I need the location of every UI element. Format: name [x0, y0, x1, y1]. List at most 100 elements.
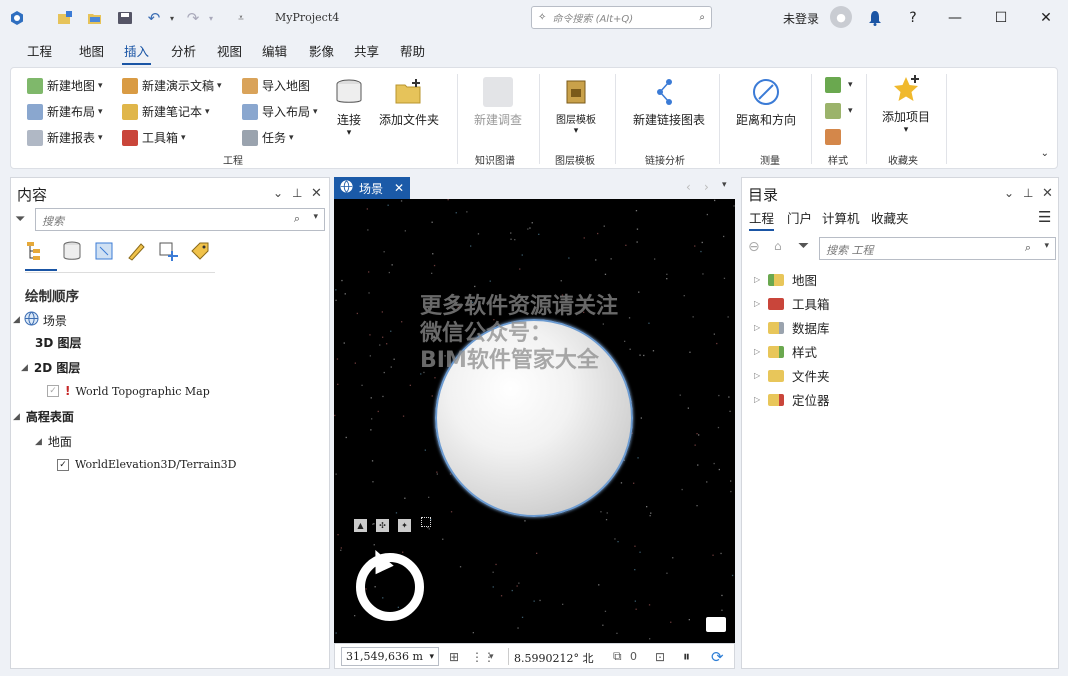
- visibility-checkbox[interactable]: ✓: [57, 458, 69, 471]
- customize-toolbar-icon[interactable]: ⩡: [232, 9, 250, 27]
- tab-share[interactable]: 共享: [354, 41, 379, 60]
- filter-icon[interactable]: ⏷: [798, 238, 809, 254]
- tree-row-3d-layers[interactable]: 3D 图层: [35, 334, 82, 351]
- tab-view[interactable]: 视图: [217, 41, 242, 60]
- chevron-down-icon[interactable]: ▾: [489, 648, 494, 665]
- catalog-item-maps[interactable]: ▷ 地图: [754, 270, 817, 289]
- selected-features-icon[interactable]: ⧉: [613, 648, 622, 665]
- pause-drawing-icon[interactable]: ⏸: [683, 648, 690, 665]
- catalog-search-input[interactable]: 搜索 工程 ⌕ ▾: [819, 237, 1056, 260]
- distance-direction-button[interactable]: 距离和方向: [733, 77, 799, 128]
- task-button[interactable]: 任务 ▾: [242, 129, 294, 146]
- list-by-selection-icon[interactable]: [93, 240, 115, 262]
- close-tab-icon[interactable]: ✕: [394, 181, 404, 195]
- new-map-button[interactable]: 新建地图 ▾: [27, 77, 103, 94]
- list-by-snapping-icon[interactable]: [157, 240, 179, 262]
- tab-imagery[interactable]: 影像: [309, 41, 334, 60]
- scale-selector[interactable]: 31,549,636 m ▾: [341, 647, 439, 666]
- tab-scene[interactable]: 场景 ✕: [334, 177, 410, 199]
- notification-bell-icon[interactable]: [862, 6, 888, 30]
- collapse-triangle-icon[interactable]: ◢: [13, 412, 20, 422]
- chevron-down-icon[interactable]: ▾: [313, 212, 318, 222]
- style-import-button[interactable]: ▾: [825, 103, 853, 119]
- pane-options-icon[interactable]: ⌄: [273, 186, 283, 200]
- user-avatar-icon[interactable]: ●: [830, 6, 852, 28]
- catalog-item-styles[interactable]: ▷ 样式: [754, 342, 817, 361]
- catalog-tab-portal[interactable]: 门户: [787, 208, 812, 227]
- undo-icon[interactable]: ↶: [145, 9, 163, 27]
- expand-triangle-icon[interactable]: ▷: [754, 371, 760, 380]
- add-item-button[interactable]: 添加项目 ▾: [877, 74, 935, 135]
- expand-triangle-icon[interactable]: ▷: [754, 275, 760, 284]
- list-by-labeling-icon[interactable]: [189, 240, 211, 262]
- catalog-item-toolboxes[interactable]: ▷ 工具箱: [754, 294, 830, 313]
- refresh-icon[interactable]: ⟳: [711, 648, 724, 666]
- new-presentation-button[interactable]: 新建演示文稿 ▾: [122, 77, 222, 94]
- tab-project[interactable]: 工程: [27, 41, 52, 60]
- sign-in-status[interactable]: 未登录: [783, 10, 819, 27]
- new-layout-button[interactable]: 新建布局 ▾: [27, 103, 103, 120]
- scene-view[interactable]: 更多软件资源请关注 微信公众号： BIM软件管家大全 ▲ ✣ ✦: [334, 199, 735, 643]
- minimize-button[interactable]: —: [942, 6, 968, 30]
- list-by-source-icon[interactable]: [61, 240, 83, 262]
- maximize-button[interactable]: ☐: [988, 6, 1014, 30]
- tab-insert[interactable]: 插入: [121, 41, 152, 65]
- undo-dropdown-icon[interactable]: ▾: [163, 9, 181, 27]
- expand-triangle-icon[interactable]: ▷: [754, 347, 760, 356]
- new-link-chart-button[interactable]: 新建链接图表: [627, 77, 711, 128]
- expand-triangle-icon[interactable]: ▷: [754, 395, 760, 404]
- grid-icon[interactable]: ⊞: [449, 648, 459, 665]
- redo-icon[interactable]: ↷: [184, 9, 202, 27]
- tab-analysis[interactable]: 分析: [171, 41, 196, 60]
- catalog-menu-icon[interactable]: ☰: [1038, 208, 1051, 226]
- save-project-icon[interactable]: [116, 9, 134, 27]
- contents-search-input[interactable]: 搜索 ⌕ ▾: [35, 208, 325, 231]
- expand-triangle-icon[interactable]: ▷: [754, 299, 760, 308]
- help-button[interactable]: ?: [900, 6, 926, 30]
- catalog-item-folders[interactable]: ▷ 文件夹: [754, 366, 830, 385]
- visibility-checkbox[interactable]: ✓: [47, 385, 59, 397]
- expand-triangle-icon[interactable]: ▷: [754, 323, 760, 332]
- tab-edit[interactable]: 编辑: [262, 41, 287, 60]
- tree-row-terrain[interactable]: ✓ WorldElevation3D/Terrain3D: [57, 458, 237, 471]
- new-investigation-button[interactable]: 新建调查: [469, 77, 527, 128]
- tree-row-2d-layers[interactable]: ◢ 2D 图层: [21, 359, 80, 376]
- scroll-right-icon[interactable]: ›: [704, 180, 709, 194]
- new-report-button[interactable]: 新建报表 ▾: [27, 129, 103, 146]
- catalog-item-databases[interactable]: ▷ 数据库: [754, 318, 830, 337]
- catalog-tab-project[interactable]: 工程: [749, 208, 775, 231]
- import-layout-button[interactable]: 导入布局 ▾: [242, 103, 318, 120]
- scroll-left-icon[interactable]: ‹: [686, 180, 691, 194]
- catalog-tab-computer[interactable]: 计算机: [822, 208, 860, 227]
- tree-row-scene[interactable]: ◢ 场景: [13, 311, 67, 329]
- tree-row-topographic-map[interactable]: ✓ ! World Topographic Map: [47, 384, 210, 398]
- filter-icon[interactable]: ⏷: [15, 212, 25, 227]
- new-project-icon[interactable]: [56, 9, 74, 27]
- navigator-collapse-icon[interactable]: ▲: [354, 519, 367, 532]
- connect-button[interactable]: 连接 ▾: [331, 77, 367, 138]
- full-extent-icon[interactable]: ✣: [376, 519, 389, 532]
- list-by-drawing-order-icon[interactable]: [25, 240, 47, 262]
- catalog-item-locators[interactable]: ▷ 定位器: [754, 390, 830, 409]
- pin-icon[interactable]: ⊥: [292, 186, 302, 200]
- collapse-triangle-icon[interactable]: ◢: [13, 315, 20, 325]
- map-link-icon[interactable]: ⊡: [655, 648, 665, 665]
- catalog-tab-favorites[interactable]: 收藏夹: [871, 208, 909, 227]
- style-add-button[interactable]: ▾: [825, 77, 853, 93]
- collapse-ribbon-icon[interactable]: ⌄: [1041, 148, 1049, 159]
- walk-mode-icon[interactable]: ✦: [398, 519, 411, 532]
- close-button[interactable]: ✕: [1033, 6, 1059, 30]
- home-icon[interactable]: ⌂: [774, 239, 782, 253]
- close-pane-icon[interactable]: ✕: [1042, 186, 1053, 201]
- heads-up-display-icon[interactable]: [421, 517, 431, 527]
- close-pane-icon[interactable]: ✕: [311, 186, 322, 201]
- collapse-triangle-icon[interactable]: ◢: [35, 437, 42, 447]
- back-icon[interactable]: ⊖: [748, 239, 760, 255]
- toolbox-button[interactable]: 工具箱 ▾: [122, 129, 186, 146]
- command-search-input[interactable]: ✧ 命令搜索 (Alt+Q) ⌕: [531, 6, 712, 29]
- tree-row-ground[interactable]: ◢ 地面: [35, 433, 72, 450]
- style-manage-button[interactable]: [825, 129, 845, 145]
- map-tips-icon[interactable]: [706, 617, 726, 632]
- add-folder-button[interactable]: 添加文件夹: [377, 77, 441, 128]
- new-notebook-button[interactable]: 新建笔记本 ▾: [122, 103, 210, 120]
